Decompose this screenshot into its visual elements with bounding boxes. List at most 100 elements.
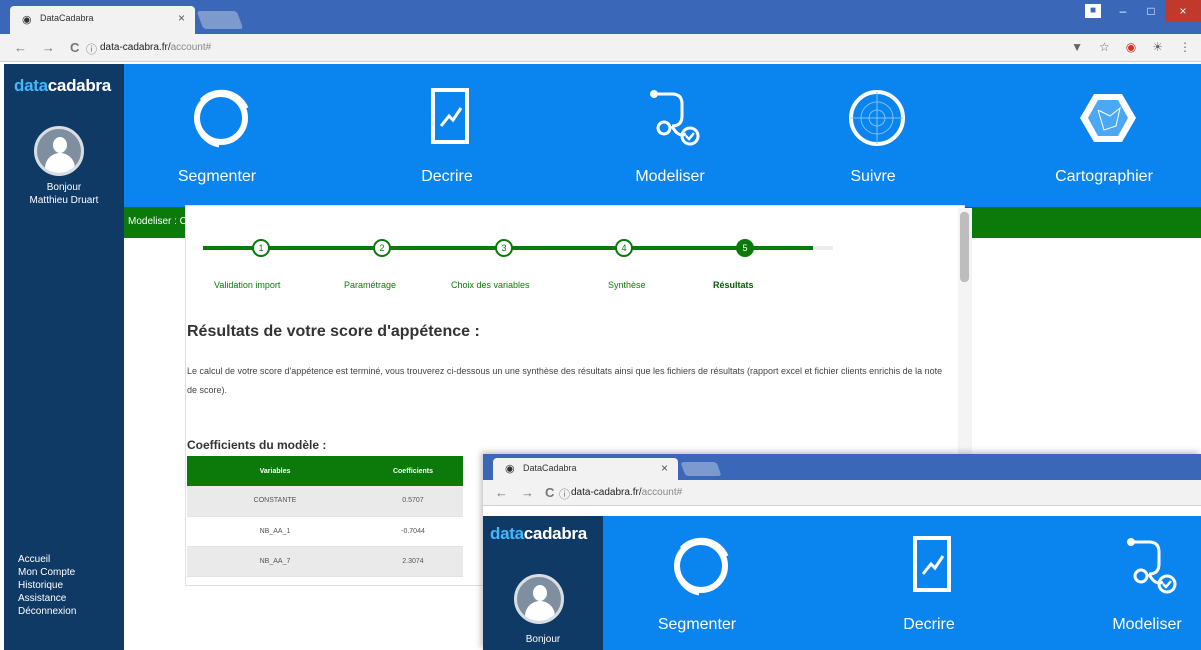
step-4-circle[interactable]: 4 [615, 239, 633, 257]
table-header-row: Variables Coefficients [187, 456, 463, 486]
browser-tools: ▼ ☆ ◉ ☀ ⋮ [1071, 40, 1191, 54]
url-path: account# [170, 42, 212, 53]
stethoscope-icon [1127, 538, 1177, 594]
forward-icon[interactable]: → [42, 40, 55, 55]
url-field[interactable]: data-cadabra.fr/account# [100, 42, 211, 53]
nav-label-decrire: Decrire [903, 616, 955, 633]
cell-variable: NB_AA_7 [187, 546, 363, 577]
step-5-circle[interactable]: 5 [736, 239, 754, 257]
close-window-button[interactable]: × [1165, 0, 1201, 22]
avatar-head [533, 585, 547, 601]
nav-decrire[interactable]: Decrire [839, 516, 1019, 650]
profile-icon[interactable]: ■ [1085, 4, 1101, 18]
nav-label-decrire: Decrire [421, 168, 473, 185]
nav-label-segmenter: Segmenter [177, 168, 257, 185]
map-hexagon-icon [1080, 94, 1136, 142]
browser-tab[interactable]: ◉ DataCadabra × [10, 6, 195, 34]
top-navigation: Segmenter Decrire Modeliser Suivre Carto… [124, 64, 1201, 207]
sidebar-menu: Accueil Mon Compte Historique Assistance… [18, 553, 76, 618]
second-browser-window[interactable]: ◉ DataCadabra × ← → C ⓘ data-cadabra.fr/… [483, 454, 1201, 650]
cell-variable: NB_AA_1 [187, 516, 363, 547]
menu-dots-icon[interactable]: ⋮ [1179, 40, 1191, 54]
scrollbar-thumb[interactable] [960, 212, 969, 282]
radar-icon [849, 90, 905, 146]
minimize-button[interactable]: – [1109, 0, 1137, 22]
cell-coefficient: 0.5707 [363, 486, 463, 517]
favicon-icon: ◉ [22, 14, 32, 26]
forward-icon[interactable]: → [521, 485, 534, 500]
back-icon[interactable]: ← [495, 485, 508, 500]
tab-title: DataCadabra [523, 463, 577, 473]
nav-suivre[interactable]: Suivre [783, 64, 963, 207]
extension-2-icon[interactable]: ☀ [1152, 40, 1163, 54]
segment-ring-icon [674, 537, 729, 596]
nav-modeliser[interactable]: Modeliser [1057, 516, 1201, 650]
table-row: CONSTANTE 0.5707 [187, 486, 463, 517]
tab-close-icon[interactable]: × [178, 11, 185, 25]
address-bar: ← → C ⓘ data-cadabra.fr/account# ▼ ☆ ◉ ☀… [0, 34, 1201, 62]
sidebar-item-accueil[interactable]: Accueil [18, 553, 76, 566]
stepper-remaining-line [813, 246, 833, 250]
bookmark-star-icon[interactable]: ☆ [1099, 40, 1110, 54]
tab-close-icon[interactable]: × [661, 461, 668, 475]
step-label-2[interactable]: Paramétrage [344, 280, 396, 290]
nav-label-modeliser: Modeliser [635, 168, 705, 185]
logo-data: data [14, 76, 48, 95]
second-window-sidebar: datacadabra Bonjour [483, 516, 603, 650]
nav-label-modeliser: Modeliser [1112, 616, 1182, 633]
avatar-head [53, 137, 67, 153]
nav-decrire[interactable]: Decrire [357, 64, 537, 207]
logo[interactable]: datacadabra [490, 524, 587, 544]
segment-ring-icon [194, 89, 249, 148]
browser-chrome: ◉ DataCadabra × ■ – □ × ← → C ⓘ data-cad… [0, 0, 1201, 64]
second-window-titlebar: ◉ DataCadabra × [483, 454, 1201, 480]
step-3-circle[interactable]: 3 [495, 239, 513, 257]
new-tab-button[interactable] [680, 462, 722, 476]
step-label-1[interactable]: Validation import [214, 280, 280, 290]
step-label-5[interactable]: Résultats [713, 280, 754, 290]
sidebar-item-deconnexion[interactable]: Déconnexion [18, 605, 76, 618]
column-header-variables[interactable]: Variables [187, 456, 363, 486]
adblock-icon[interactable]: ◉ [1126, 40, 1136, 54]
avatar-body [45, 153, 75, 173]
step-label-4[interactable]: Synthèse [608, 280, 646, 290]
second-window-tab[interactable]: ◉ DataCadabra × [493, 458, 678, 480]
browser-titlebar: ◉ DataCadabra × ■ – □ × [0, 0, 1201, 34]
back-icon[interactable]: ← [14, 40, 27, 55]
avatar[interactable] [34, 126, 84, 176]
nav-label-suivre: Suivre [850, 168, 896, 185]
url-host: data-cadabra.fr/ [571, 487, 642, 498]
maximize-button[interactable]: □ [1137, 0, 1165, 22]
step-label-3[interactable]: Choix des variables [451, 280, 530, 290]
chart-document-icon [913, 536, 951, 592]
user-name: Matthieu Druart [29, 195, 99, 206]
logo-data: data [490, 524, 524, 543]
nav-modeliser[interactable]: Modeliser [580, 64, 760, 207]
url-path: account# [641, 487, 683, 498]
sidebar: datacadabra Bonjour Matthieu Druart Accu… [4, 64, 124, 650]
new-tab-button[interactable] [196, 11, 244, 29]
sidebar-item-mon-compte[interactable]: Mon Compte [18, 566, 76, 579]
info-icon[interactable]: ⓘ [559, 486, 570, 502]
step-1-circle[interactable]: 1 [252, 239, 270, 257]
nav-segmenter[interactable]: Segmenter [607, 516, 787, 650]
logo[interactable]: datacadabra [14, 76, 111, 96]
info-icon[interactable]: ⓘ [86, 41, 97, 57]
nav-cartographier[interactable]: Cartographier [1014, 64, 1194, 207]
nav-segmenter[interactable]: Segmenter [127, 64, 307, 207]
reload-icon[interactable]: C [545, 485, 554, 500]
step-2-circle[interactable]: 2 [373, 239, 391, 257]
url-host: data-cadabra.fr/ [100, 42, 171, 53]
sidebar-item-assistance[interactable]: Assistance [18, 592, 76, 605]
extension-icon[interactable]: ▼ [1071, 40, 1083, 54]
avatar[interactable] [514, 574, 564, 624]
sidebar-item-historique[interactable]: Historique [18, 579, 76, 592]
results-description: Le calcul de votre score d'appétence est… [187, 366, 943, 395]
column-header-coefficients[interactable]: Coefficients [363, 456, 463, 486]
reload-icon[interactable]: C [70, 40, 79, 55]
tab-title: DataCadabra [40, 13, 94, 23]
nav-label-segmenter: Segmenter [657, 616, 737, 633]
url-field[interactable]: data-cadabra.fr/account# [571, 487, 682, 498]
table-row: NB_AA_1 -0.7044 [187, 516, 463, 547]
window-controls: ■ – □ × [1077, 0, 1201, 22]
